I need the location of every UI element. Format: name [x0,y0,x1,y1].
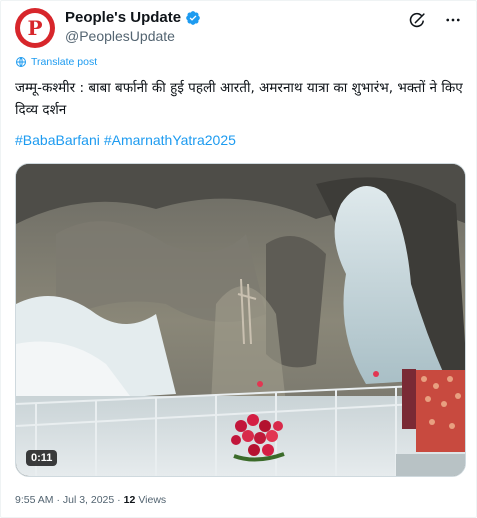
views-count: 12 [123,494,136,506]
hashtag-link[interactable]: #BabaBarfani [15,132,100,148]
post-text: जम्मू-कश्मीर : बाबा बर्फानी की हुई पहली … [15,80,463,118]
translate-post-label: Translate post [31,56,98,68]
views-label: Views [138,494,167,506]
author-display-name[interactable]: People's Update [65,9,181,26]
hashtag-list: #BabaBarfani #AmarnathYatra2025 [15,132,236,148]
post-meta: 9:55 AM · Jul 3, 2025 · 12 Views [15,494,166,506]
header-actions [408,11,462,29]
grok-icon[interactable] [408,11,426,29]
post-timestamp[interactable]: 9:55 AM · Jul 3, 2025 · [15,494,121,506]
author-handle[interactable]: @PeoplesUpdate [65,28,175,44]
verified-badge-icon [186,10,200,25]
video-player[interactable]: 0:11 [15,163,466,477]
avatar[interactable]: P [15,8,55,48]
video-thumbnail [16,164,465,476]
translate-post-link[interactable]: Translate post [15,56,97,68]
avatar-letter: P [27,16,43,40]
more-icon[interactable] [444,11,462,29]
video-duration-badge: 0:11 [26,450,58,466]
author-name-row: People's Update [65,9,201,26]
globe-icon [16,57,26,67]
avatar-logo: P [20,13,50,43]
post-card: P People's Update @PeoplesUpdate Transla… [0,0,477,518]
hashtag-link[interactable]: #AmarnathYatra2025 [104,132,236,148]
